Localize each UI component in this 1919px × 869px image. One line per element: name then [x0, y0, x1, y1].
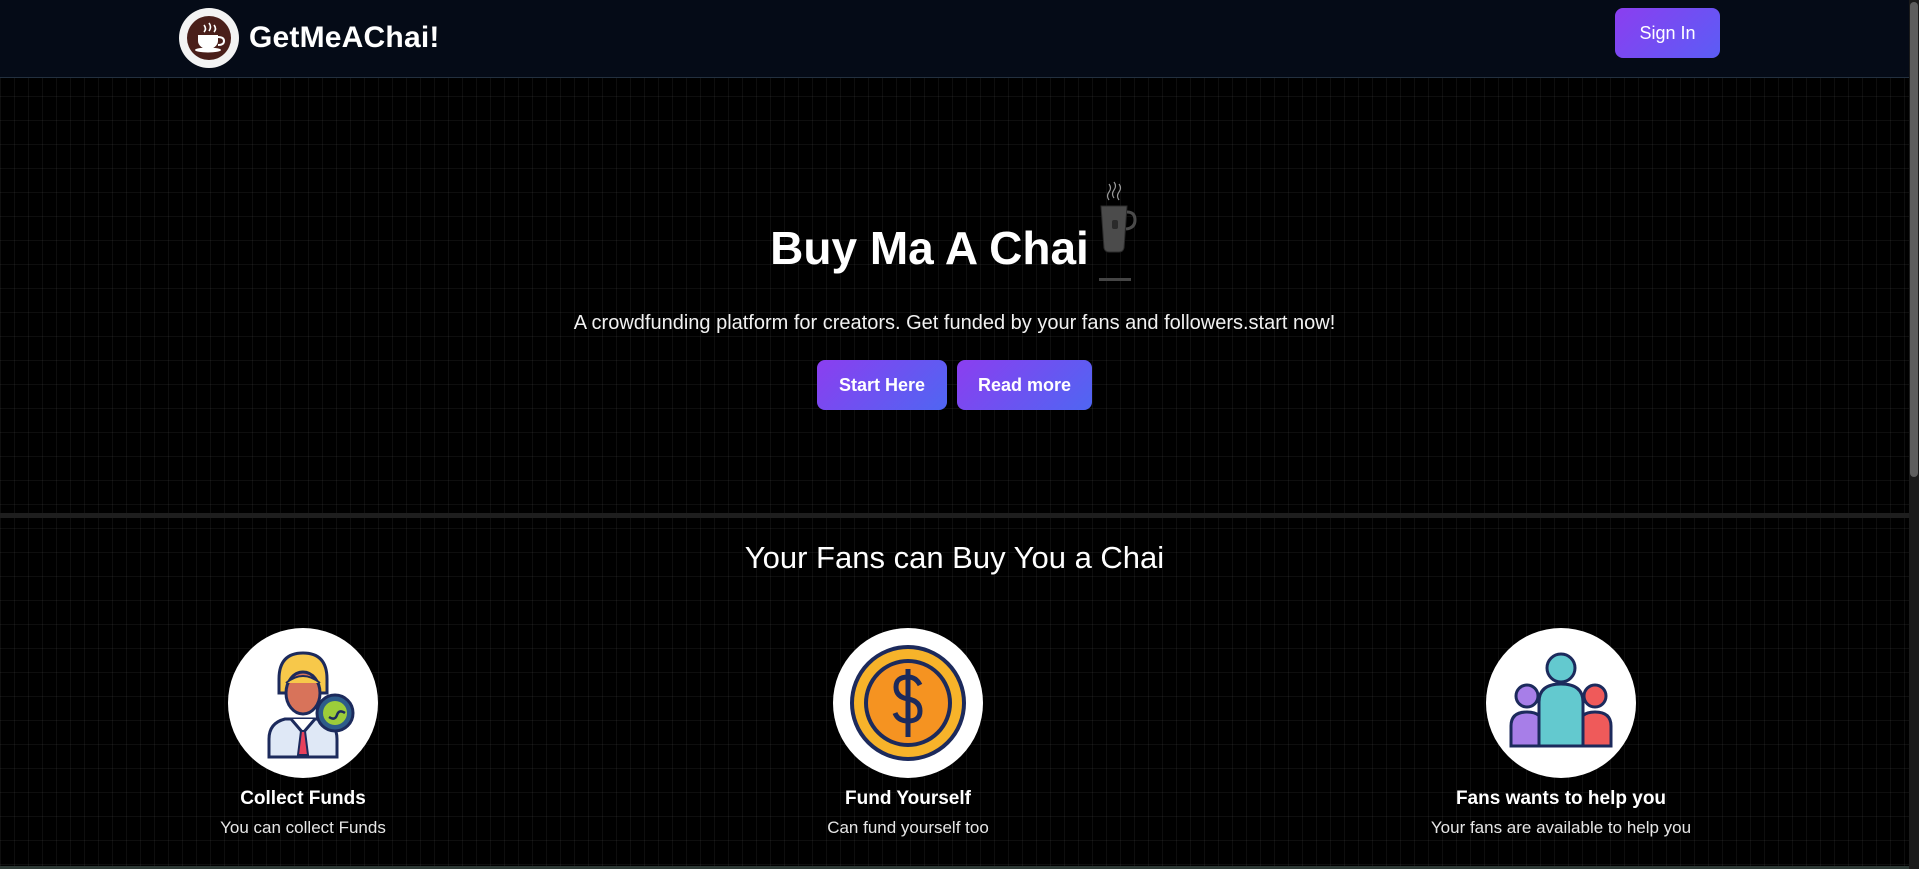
sign-in-button[interactable]: Sign In: [1615, 8, 1720, 58]
dollar-coin-icon: [833, 628, 983, 778]
hero-title-row: Buy Ma A Chai: [0, 170, 1909, 281]
section-divider: [0, 513, 1909, 518]
section-title: Your Fans can Buy You a Chai: [744, 540, 1165, 575]
hero-subtitle: A crowdfunding platform for creators. Ge…: [573, 312, 1336, 334]
feature-collect-funds: Collect Funds You can collect Funds: [133, 628, 473, 838]
feature-fans-help: Fans wants to help you Your fans are ava…: [1391, 628, 1731, 838]
scrollbar[interactable]: [1909, 0, 1919, 869]
feature-desc: Can fund yourself too: [827, 818, 989, 837]
scrollbar-thumb[interactable]: [1910, 2, 1918, 477]
feature-title: Fund Yourself: [845, 788, 971, 809]
chai-glass-icon: [1091, 174, 1139, 282]
feature-desc: You can collect Funds: [220, 818, 386, 837]
page: GetMeAChai! Sign In Buy Ma A Chai A crow…: [0, 0, 1919, 869]
chai-cup-logo-icon: [179, 8, 239, 68]
group-people-icon: [1486, 628, 1636, 778]
person-with-money-icon: [228, 628, 378, 778]
read-more-button[interactable]: Read more: [957, 360, 1092, 410]
feature-title: Fans wants to help you: [1455, 788, 1667, 809]
brand-name: GetMeAChai!: [249, 21, 440, 54]
start-here-button[interactable]: Start Here: [817, 360, 947, 410]
feature-fund-yourself: Fund Yourself Can fund yourself too: [738, 628, 1078, 838]
brand[interactable]: GetMeAChai!: [179, 8, 440, 68]
feature-desc: Your fans are available to help you: [1430, 818, 1692, 837]
hero-buttons: Start Here Read more: [0, 360, 1909, 410]
feature-title: Collect Funds: [240, 788, 366, 809]
navbar: GetMeAChai! Sign In: [0, 0, 1909, 78]
hero-title: Buy Ma A Chai: [770, 222, 1089, 274]
